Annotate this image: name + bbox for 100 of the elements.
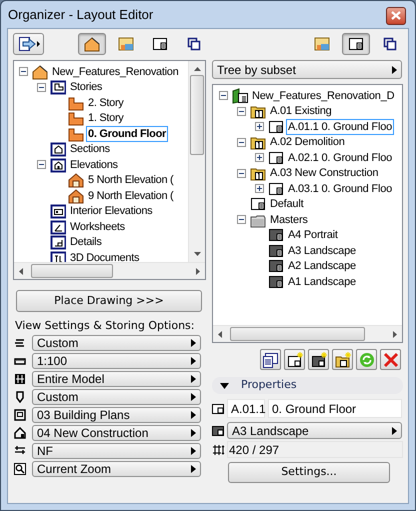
tree-item[interactable]: 1. Story [86,110,126,126]
tree-item[interactable]: A3 Landscape [286,242,358,259]
horizontal-scrollbar[interactable] [213,325,402,342]
id-field[interactable]: A.01.1 [227,399,265,418]
arrow-icon [191,429,196,437]
export-icon [18,36,36,52]
tree-item[interactable]: Elevations [68,156,120,173]
dropdown[interactable]: Tree by subset [212,60,402,79]
tree-item[interactable]: Details [68,234,104,250]
expand-toggle[interactable] [254,122,264,132]
left-arrow-icon [19,268,23,274]
up-arrow-icon [194,67,200,71]
settings-button[interactable]: Settings... [228,462,390,483]
house-icon [68,172,84,188]
frame-icon [50,234,66,250]
close-icon [382,352,398,368]
dropdown[interactable]: Current Zoom [32,461,201,477]
tree-item[interactable]: A1 Landscape [286,274,358,290]
dropdown[interactable]: A3 Landscape [227,422,402,439]
new-sheet-icon [286,352,302,368]
expand-toggle[interactable] [254,184,264,194]
delete-button[interactable] [380,349,401,370]
sheet-icon [212,402,224,414]
dropdown[interactable]: Entire Model [32,371,201,387]
horizontal-scrollbar[interactable] [14,262,205,279]
lines-icon [14,445,26,457]
tree-item[interactable]: Masters [268,212,310,228]
new-master-button[interactable] [308,349,329,370]
tree-item[interactable]: Default [268,196,306,212]
vertical-scrollbar[interactable] [188,61,205,262]
tree-item[interactable]: Stories [68,79,104,96]
name-field[interactable]: 0. Ground Floor [268,399,402,418]
tree-item[interactable]: A.02 Demolition [268,134,347,150]
sheet-icon [268,118,284,135]
sheet-icon [268,180,284,197]
arrow-icon [392,426,397,434]
properties-header[interactable]: Properties [212,377,403,394]
collapse-toggle[interactable] [218,91,228,100]
tree-item[interactable]: A.03.1 0. Ground Floo [286,180,394,197]
sheet-icon [268,258,284,274]
tree-item[interactable]: Interior Elevations [68,203,154,220]
close-button[interactable] [386,6,406,24]
dropdown[interactable]: 1:100 [32,353,201,369]
expand-toggle[interactable] [254,153,264,162]
list-button[interactable] [260,349,281,370]
collapse-toggle[interactable] [18,67,28,76]
dropdown[interactable]: 04 New Construction [32,425,201,441]
new-sheet-icon [310,352,326,368]
size-icon [212,444,226,456]
dropdown[interactable]: Custom [32,389,201,405]
collapse-icon [220,382,229,388]
tree-item[interactable]: A4 Portrait [286,227,340,244]
sheet-icon [268,242,284,259]
tree-item[interactable]: 3D Documents [68,250,142,262]
frame-icon [50,141,66,158]
tree-item[interactable]: 5 North Elevation ( [86,172,176,188]
tree-item[interactable]: A.02.1 0. Ground Floo [286,150,394,166]
dropdown[interactable]: 03 Building Plans [32,407,201,423]
collapse-toggle[interactable] [36,160,46,170]
sheet-icon [314,36,330,52]
refresh-icon [358,352,374,368]
tree-item[interactable]: New_Features_Renovation_D [250,88,396,104]
tree-item[interactable]: A.03 New Construction [268,165,380,182]
tree-item[interactable]: 9 North Elevation ( [86,188,176,204]
dropdown[interactable]: Custom [32,335,201,351]
book-icon [232,88,248,104]
frame-icon [14,409,26,421]
tree-item[interactable]: A.01.1 0. Ground Floo [286,118,394,135]
sheet-icon [268,150,284,166]
tree-item[interactable]: A.01 Existing [268,103,334,120]
frame-icon [50,79,66,96]
tree-item[interactable]: New_Features_Renovation [50,64,180,80]
collapse-toggle[interactable] [236,106,246,116]
close-icon [391,11,401,20]
house-icon [84,36,100,52]
tree-item[interactable]: 2. Story [86,94,126,111]
collapse-toggle[interactable] [236,138,246,147]
tree-item[interactable]: Sections [68,141,112,158]
export-button[interactable] [13,33,44,55]
sheet-icon [212,424,224,436]
collapse-toggle[interactable] [36,82,46,92]
tree-item[interactable]: Worksheets [68,218,127,235]
frame-icon [50,218,66,235]
arrow-icon [392,66,397,74]
place-drawing-button[interactable]: Place Drawing >>> [16,290,202,312]
dropdown[interactable]: NF [32,443,201,459]
collapse-toggle[interactable] [236,215,246,224]
tab[interactable] [342,33,370,55]
sheet-icon [250,196,266,212]
tree-item[interactable]: 0. Ground Floor [86,126,168,142]
new-layout-button[interactable] [284,349,305,370]
grid-icon [14,373,26,385]
tree-item[interactable]: A2 Landscape [286,258,358,274]
new-subset-button[interactable] [332,349,353,370]
step-icon [68,110,84,126]
sheet-icon [118,36,134,52]
arrow-icon [191,357,196,365]
plus-icon [256,185,262,192]
collapse-toggle[interactable] [236,168,246,178]
sheet-icon [268,227,284,244]
